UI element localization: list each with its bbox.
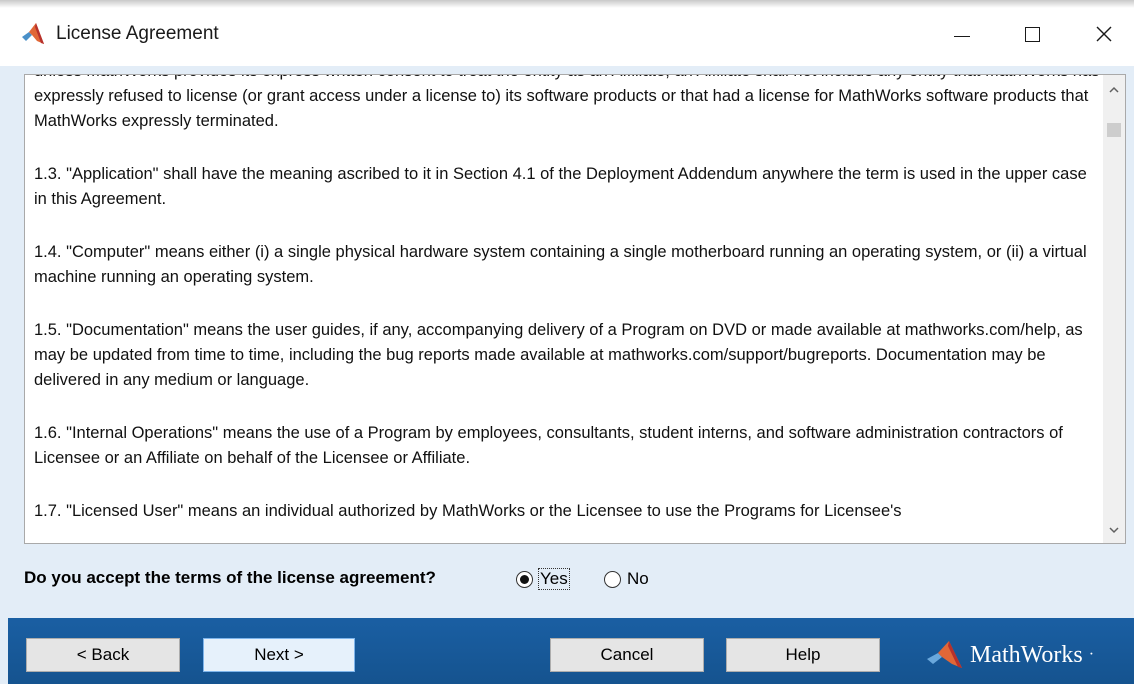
license-paragraph: 1.6. "Internal Operations" means the use…	[34, 424, 1063, 467]
back-button[interactable]: < Back	[26, 638, 180, 672]
accept-question: Do you accept the terms of the license a…	[24, 568, 436, 587]
mathworks-brand: MathWorks ·	[926, 640, 1094, 670]
brand-name: MathWorks	[970, 641, 1083, 668]
license-text: unless MathWorks provides its express wr…	[34, 75, 1102, 543]
minimize-button[interactable]	[934, 12, 990, 56]
vertical-scrollbar[interactable]	[1103, 75, 1125, 543]
maximize-button[interactable]	[1004, 12, 1060, 56]
scroll-up-button[interactable]	[1103, 79, 1125, 101]
chevron-down-icon	[1109, 527, 1119, 534]
scroll-thumb[interactable]	[1107, 123, 1121, 137]
close-button[interactable]	[1076, 12, 1132, 56]
brand-mark: ·	[1088, 646, 1095, 663]
mathworks-logo-icon	[927, 641, 962, 668]
license-paragraph: 1.7. "Licensed User" means an individual…	[34, 502, 902, 520]
license-paragraph: unless MathWorks provides its express wr…	[34, 75, 1099, 130]
next-button[interactable]: Next >	[203, 638, 355, 672]
license-paragraph: 1.5. "Documentation" means the user guid…	[34, 321, 1083, 389]
minimize-icon	[954, 35, 970, 37]
license-dialog: License Agreement unless MathWorks provi…	[0, 0, 1134, 684]
radio-unselected-icon	[604, 570, 621, 588]
accept-no-label: No	[627, 569, 649, 588]
license-paragraph: 1.3. "Application" shall have the meanin…	[34, 165, 1087, 208]
close-icon	[1096, 26, 1112, 42]
maximize-icon	[1024, 26, 1040, 42]
matlab-logo-icon	[22, 23, 44, 44]
cancel-button[interactable]: Cancel	[550, 638, 704, 672]
title-bar[interactable]: License Agreement	[0, 0, 1134, 66]
chevron-up-icon	[1109, 86, 1119, 93]
scroll-down-button[interactable]	[1103, 519, 1125, 541]
window-title: License Agreement	[56, 23, 219, 44]
radio-selected-icon	[516, 570, 533, 588]
license-paragraph: 1.4. "Computer" means either (i) a singl…	[34, 243, 1087, 286]
help-button[interactable]: Help	[726, 638, 880, 672]
license-text-area[interactable]: unless MathWorks provides its express wr…	[24, 74, 1126, 544]
accept-yes-label: Yes	[538, 568, 570, 590]
radio-dot	[520, 574, 529, 584]
accept-yes-radio[interactable]: Yes	[516, 568, 570, 590]
title-bar-shadow	[0, 0, 1134, 8]
accept-no-radio[interactable]: No	[604, 569, 649, 589]
